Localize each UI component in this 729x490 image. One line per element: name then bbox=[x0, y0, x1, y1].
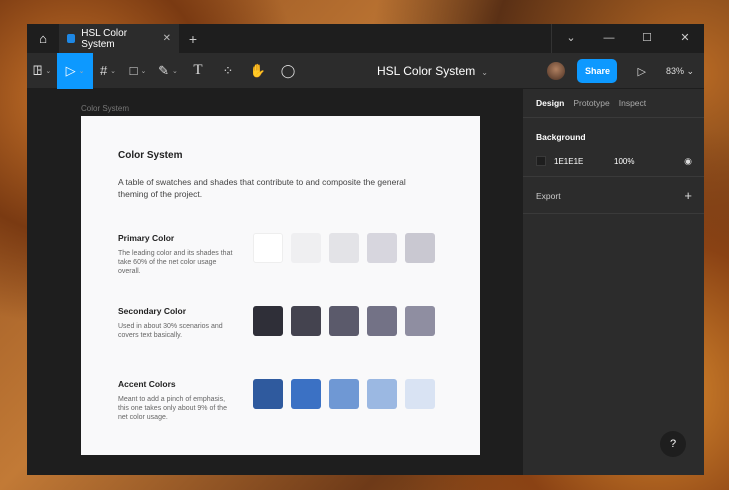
pen-tool-button[interactable]: ✎ ⌄ bbox=[153, 53, 183, 89]
pen-icon: ✎ bbox=[158, 62, 170, 78]
tab-design[interactable]: Design bbox=[536, 98, 564, 108]
section-description: Meant to add a pinch of emphasis, this o… bbox=[118, 396, 227, 421]
export-section: Export + bbox=[523, 177, 704, 214]
toolbar: ꖸ ⌄ ▷ ⌄ # ⌄ □ ⌄ ✎ ⌄ T ⁘ ✋ ◯ HSL Color System ⌄… bbox=[27, 52, 704, 91]
title-bar: ⌂ HSL Color System ✕ + ⌄ — ☐ ✕ bbox=[27, 24, 704, 53]
frame-intro: A table of swatches and shades that cont… bbox=[118, 177, 406, 199]
color-swatch[interactable] bbox=[367, 306, 397, 336]
shape-tool-button[interactable]: □ ⌄ bbox=[123, 53, 153, 89]
rectangle-icon: □ bbox=[129, 63, 138, 78]
chevron-down-icon[interactable]: ⌄ bbox=[552, 24, 590, 53]
zoom-dropdown[interactable]: 83% ⌄ bbox=[666, 66, 694, 77]
main-menu-button[interactable]: ꖸ ⌄ bbox=[27, 53, 57, 89]
color-swatch[interactable] bbox=[291, 233, 321, 263]
help-button[interactable]: ? bbox=[660, 431, 686, 457]
section-description: Used in about 30% scenarios and covers t… bbox=[118, 323, 223, 339]
components-button[interactable]: ⁘ bbox=[213, 53, 243, 89]
present-play-icon[interactable]: ▷ bbox=[629, 65, 653, 78]
color-section: Primary Color The leading color and its s… bbox=[118, 233, 448, 276]
maximize-button[interactable]: ☐ bbox=[628, 24, 666, 53]
frame-title: Color System bbox=[118, 150, 183, 161]
add-export-icon[interactable]: + bbox=[684, 188, 692, 203]
hand-tool-button[interactable]: ✋ bbox=[243, 53, 273, 89]
close-tab-icon[interactable]: ✕ bbox=[163, 33, 171, 44]
color-swatch[interactable] bbox=[405, 233, 435, 263]
zoom-value: 83% bbox=[665, 65, 684, 76]
color-swatch[interactable] bbox=[253, 306, 283, 336]
color-swatch[interactable] bbox=[329, 306, 359, 336]
document-title[interactable]: HSL Color System ⌄ bbox=[377, 53, 488, 91]
color-swatch[interactable] bbox=[367, 379, 397, 409]
figma-file-icon bbox=[67, 34, 76, 43]
frame-icon: # bbox=[99, 63, 108, 78]
color-swatch[interactable] bbox=[329, 233, 359, 263]
color-swatch[interactable] bbox=[253, 233, 283, 263]
hand-icon: ✋ bbox=[249, 62, 267, 78]
background-heading: Background bbox=[536, 132, 586, 142]
tab-inspect[interactable]: Inspect bbox=[619, 98, 646, 108]
comment-icon: ◯ bbox=[280, 62, 296, 78]
frame-label[interactable]: Color System bbox=[81, 104, 129, 113]
canvas[interactable]: Color System Color System A table of swa… bbox=[27, 89, 522, 475]
background-color-chip[interactable] bbox=[536, 156, 546, 166]
color-section: Secondary Color Used in about 30% scenari… bbox=[118, 306, 448, 340]
file-tab[interactable]: HSL Color System ✕ bbox=[59, 24, 179, 53]
cursor-icon: ▷ bbox=[65, 62, 76, 78]
share-button[interactable]: Share bbox=[577, 59, 618, 83]
minimize-button[interactable]: — bbox=[590, 24, 628, 53]
color-swatch[interactable] bbox=[329, 379, 359, 409]
background-section: Background 1E1E1E 100% ◉ bbox=[523, 118, 704, 177]
color-swatch[interactable] bbox=[253, 379, 283, 409]
move-tool-button[interactable]: ▷ ⌄ bbox=[57, 52, 93, 89]
color-swatch[interactable] bbox=[291, 379, 321, 409]
avatar[interactable] bbox=[547, 62, 566, 80]
color-swatch[interactable] bbox=[405, 379, 435, 409]
background-opacity[interactable]: 100% bbox=[614, 157, 634, 166]
tab-prototype[interactable]: Prototype bbox=[573, 98, 609, 108]
tab-title: HSL Color System bbox=[81, 27, 128, 50]
new-tab-button[interactable]: + bbox=[179, 31, 207, 47]
components-icon: ⁘ bbox=[222, 62, 234, 78]
text-icon: T bbox=[193, 62, 203, 78]
figma-logo-icon: ꖸ bbox=[32, 62, 43, 78]
frame-tool-button[interactable]: # ⌄ bbox=[93, 53, 123, 89]
eye-icon[interactable]: ◉ bbox=[684, 156, 692, 167]
text-tool-button[interactable]: T bbox=[183, 53, 213, 89]
section-description: The leading color and its shades that ta… bbox=[118, 250, 233, 275]
color-swatch[interactable] bbox=[405, 306, 435, 336]
close-window-button[interactable]: ✕ bbox=[666, 24, 704, 53]
color-system-frame[interactable]: Color System A table of swatches and sha… bbox=[81, 116, 480, 455]
export-heading: Export bbox=[536, 191, 561, 201]
color-swatch[interactable] bbox=[367, 233, 397, 263]
chevron-down-icon: ⌄ bbox=[481, 68, 488, 77]
background-hex[interactable]: 1E1E1E bbox=[554, 157, 606, 166]
comment-tool-button[interactable]: ◯ bbox=[273, 53, 303, 89]
document-title-text: HSL Color System bbox=[377, 64, 476, 78]
color-swatch[interactable] bbox=[291, 306, 321, 336]
app-window: ⌂ HSL Color System ✕ + ⌄ — ☐ ✕ ꖸ ⌄ ▷ ⌄ # ⌄ … bbox=[27, 24, 704, 475]
color-section: Accent Colors Meant to add a pinch of emp… bbox=[118, 379, 448, 422]
home-icon[interactable]: ⌂ bbox=[27, 24, 59, 53]
properties-panel: Design Prototype Inspect Background 1E1E… bbox=[522, 89, 704, 475]
